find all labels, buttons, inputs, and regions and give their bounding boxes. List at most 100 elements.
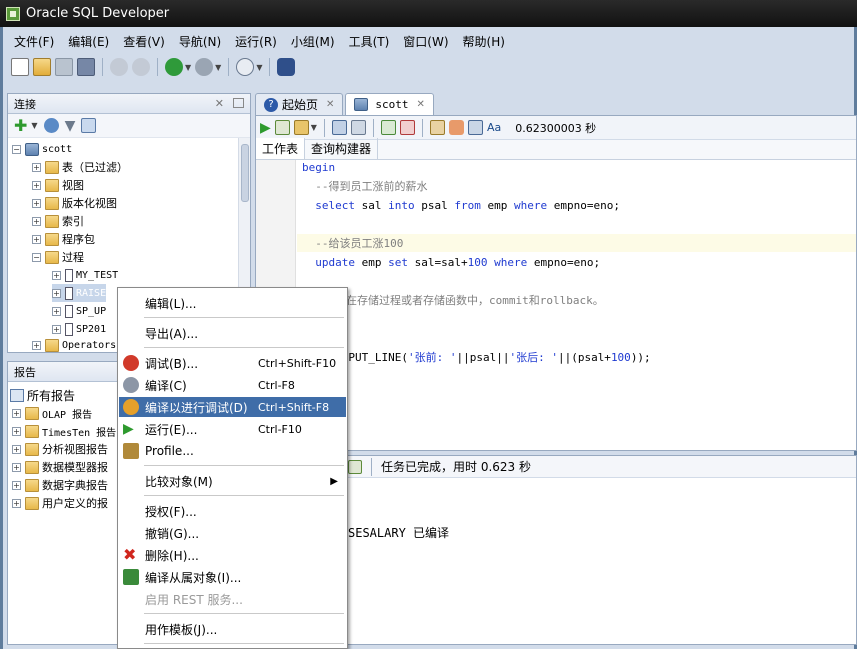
forward-icon[interactable]	[195, 58, 214, 76]
expand-icon[interactable]: +	[32, 340, 41, 350]
expand-icon[interactable]: +	[32, 162, 41, 172]
tree-node-report[interactable]: + 用户定义的报	[12, 494, 108, 512]
undo-icon[interactable]	[110, 58, 128, 76]
menu-help[interactable]: 帮助(H)	[456, 31, 512, 52]
tree-node-procedures[interactable]: − 过程	[32, 248, 84, 266]
refresh-icon[interactable]	[43, 118, 59, 133]
tree-node-procedure[interactable]: + RAISE	[52, 284, 107, 302]
menu-navigate[interactable]: 导航(N)	[172, 31, 228, 52]
menu-view[interactable]: 查看(V)	[116, 31, 172, 52]
tree-node-packages[interactable]: + 程序包	[32, 230, 95, 248]
expand-icon[interactable]: +	[12, 462, 21, 472]
menu-item-compare-objects[interactable]: 比较对象(M) ▶	[119, 471, 346, 491]
open-folder-icon[interactable]	[33, 58, 51, 76]
menu-file[interactable]: 文件(F)	[7, 31, 61, 52]
chevron-down-icon[interactable]: ▼	[311, 123, 317, 132]
tree-node-report[interactable]: + 分析视图报告	[12, 440, 108, 458]
compile-icon[interactable]	[293, 120, 309, 135]
close-icon[interactable]: ✕	[326, 99, 334, 110]
menu-item-profile[interactable]: Profile...	[119, 441, 346, 461]
profile-icon	[123, 443, 139, 459]
save-all-icon[interactable]	[77, 58, 95, 76]
menu-item-export[interactable]: 导出(A)...	[119, 323, 346, 343]
subtab-worksheet[interactable]: 工作表	[256, 138, 306, 159]
expand-icon[interactable]: +	[52, 288, 61, 298]
expand-icon[interactable]: +	[12, 480, 21, 490]
menu-team[interactable]: 小组(M)	[284, 31, 342, 52]
menu-run[interactable]: 运行(R)	[228, 31, 284, 52]
tab-start-page[interactable]: ? 起始页 ✕	[255, 93, 344, 115]
format-icon[interactable]: Aa	[487, 121, 501, 134]
tree-node-report[interactable]: + 数据字典报告	[12, 476, 108, 494]
rollback-icon[interactable]	[399, 120, 415, 135]
tree-node-report[interactable]: + OLAP 报告	[12, 404, 92, 422]
schema-browser-icon[interactable]	[81, 118, 97, 133]
menu-item-use-as-template[interactable]: 用作模板(J)...	[119, 619, 346, 639]
expand-icon[interactable]: +	[52, 306, 61, 316]
tree-node-procedure[interactable]: + SP_UP	[52, 302, 106, 320]
menu-item-compile-dependents[interactable]: 编译从属对象(I)...	[119, 567, 346, 587]
binoculars-icon[interactable]	[277, 58, 296, 76]
minimize-icon[interactable]	[233, 98, 244, 108]
expand-icon[interactable]: +	[12, 498, 21, 508]
tree-node-report[interactable]: + TimesTen 报告	[12, 422, 116, 440]
collapse-icon[interactable]: −	[12, 144, 21, 154]
menu-item-drop[interactable]: ✖ 删除(H)...	[119, 545, 346, 565]
save-icon[interactable]	[55, 58, 73, 76]
run-icon[interactable]: ▶	[260, 120, 271, 136]
expand-icon[interactable]: +	[12, 408, 21, 418]
menu-item-compile[interactable]: 编译(C) Ctrl-F8	[119, 375, 346, 395]
sql-tuning-icon[interactable]	[429, 120, 445, 135]
toolbar-separator	[102, 58, 103, 76]
menu-item-compile-for-debug[interactable]: 编译以进行调试(D) Ctrl+Shift-F8	[119, 397, 346, 417]
sql-worksheet-icon[interactable]	[236, 58, 255, 76]
scrollbar-thumb[interactable]	[241, 144, 249, 202]
tree-node-editioned-views[interactable]: + 版本化视图	[32, 194, 117, 212]
expand-icon[interactable]: +	[52, 270, 61, 280]
menu-window[interactable]: 窗口(W)	[396, 31, 455, 52]
chevron-down-icon[interactable]: ▼	[256, 63, 262, 72]
tree-node-views[interactable]: + 视图	[32, 176, 84, 194]
run-script-icon[interactable]	[274, 120, 290, 135]
close-icon[interactable]: ✕	[417, 99, 425, 110]
save-output-icon[interactable]	[348, 459, 362, 474]
subtab-query-builder[interactable]: 查询构建器	[305, 138, 379, 159]
menu-item-run[interactable]: ▶ 运行(E)... Ctrl-F10	[119, 419, 346, 439]
tree-node-procedure[interactable]: + MY_TEST	[52, 266, 118, 284]
eraser-icon[interactable]	[448, 120, 464, 135]
expand-icon[interactable]: +	[12, 426, 21, 436]
tree-node-all-reports[interactable]: 所有报告	[10, 386, 75, 404]
explain-plan-icon[interactable]	[350, 120, 366, 135]
collapse-icon[interactable]: −	[32, 252, 41, 262]
add-connection-icon[interactable]: ✚	[14, 116, 27, 135]
menu-edit[interactable]: 编辑(E)	[61, 31, 116, 52]
back-icon[interactable]	[165, 58, 183, 76]
tree-node-tables[interactable]: + 表（已过滤）	[32, 158, 128, 176]
menu-tools[interactable]: 工具(T)	[342, 31, 397, 52]
menu-item-edit[interactable]: 编辑(L)...	[119, 293, 346, 313]
tree-node-indexes[interactable]: + 索引	[32, 212, 84, 230]
menu-item-revoke[interactable]: 撤销(G)...	[119, 523, 346, 543]
new-file-icon[interactable]	[11, 58, 29, 76]
close-icon[interactable]: ✕	[215, 97, 224, 110]
filter-icon[interactable]: ▼	[65, 118, 76, 134]
redo-icon[interactable]	[132, 58, 150, 76]
expand-icon[interactable]: +	[32, 216, 41, 226]
tree-node-operators[interactable]: + Operators	[32, 336, 116, 354]
commit-icon[interactable]	[380, 120, 396, 135]
chevron-down-icon[interactable]: ▼	[215, 63, 221, 72]
expand-icon[interactable]: +	[32, 198, 41, 208]
chevron-down-icon[interactable]: ▼	[185, 63, 191, 72]
menu-item-debug[interactable]: 调试(B)... Ctrl+Shift-F10	[119, 353, 346, 373]
history-icon[interactable]	[467, 120, 483, 135]
menu-item-grant[interactable]: 授权(F)...	[119, 501, 346, 521]
tab-scott[interactable]: scott ✕	[345, 93, 434, 115]
chevron-down-icon[interactable]: ▼	[31, 121, 37, 130]
expand-icon[interactable]: +	[32, 180, 41, 190]
tree-node-scott[interactable]: − scott	[12, 140, 72, 158]
debug-icon[interactable]	[331, 120, 347, 135]
tree-node-report[interactable]: + 数据模型器报	[12, 458, 108, 476]
expand-icon[interactable]: +	[32, 234, 41, 244]
expand-icon[interactable]: +	[12, 444, 21, 454]
expand-icon[interactable]: +	[52, 324, 61, 334]
